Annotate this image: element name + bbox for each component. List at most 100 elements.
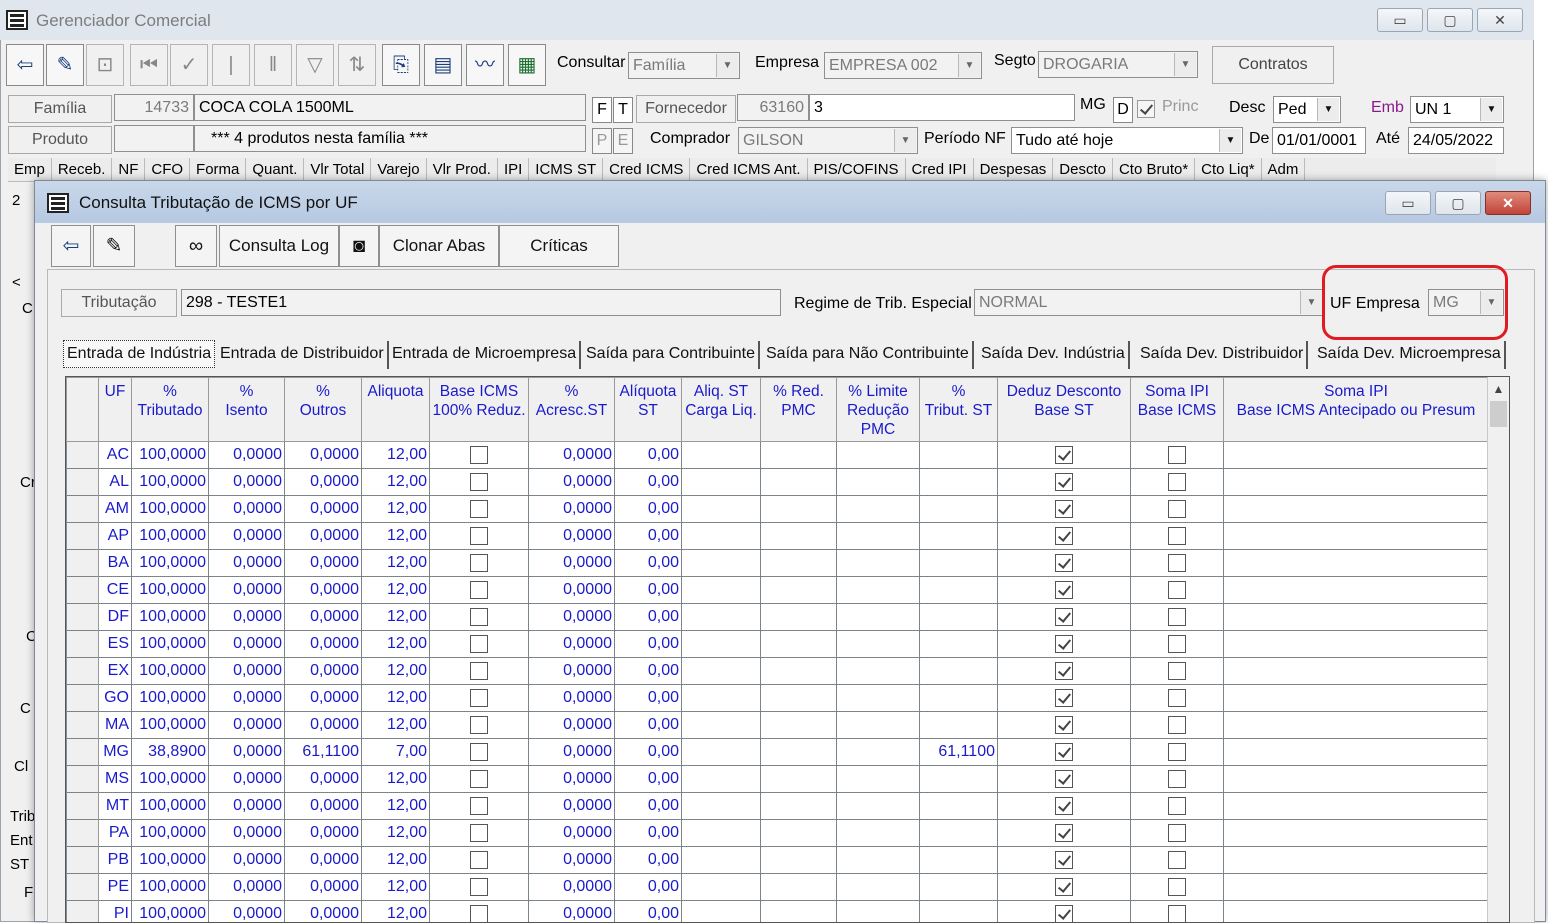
tributado-cell[interactable]: 100,0000 <box>132 631 209 658</box>
aliquota-cell[interactable]: 12,00 <box>362 442 430 469</box>
base-icms-reduz-checkbox-cell[interactable] <box>430 550 529 577</box>
acresc-st-cell[interactable]: 0,0000 <box>529 577 615 604</box>
isento-cell[interactable]: 0,0000 <box>209 847 285 874</box>
uf-cell[interactable]: AL <box>99 469 132 496</box>
row-selector[interactable] <box>67 631 99 658</box>
aliquota-st-cell[interactable]: 0,00 <box>615 550 682 577</box>
check-icon[interactable]: ✓ <box>170 44 208 86</box>
acresc-st-cell[interactable]: 0,0000 <box>529 793 615 820</box>
soma-ipi-antecipado-cell[interactable] <box>1224 874 1489 901</box>
limite-reducao-pmc-cell[interactable] <box>837 523 920 550</box>
aliquota-st-cell[interactable]: 0,00 <box>615 820 682 847</box>
row-selector[interactable] <box>67 442 99 469</box>
tribut-st-cell[interactable] <box>920 631 998 658</box>
soma-ipi-base-checkbox-cell[interactable] <box>1131 604 1224 631</box>
base-icms-reduz-checkbox-cell[interactable] <box>430 469 529 496</box>
base-icms-reduz-checkbox-cell[interactable] <box>430 577 529 604</box>
table-row[interactable]: GO100,00000,00000,000012,000,00000,00 <box>67 685 1489 712</box>
deduz-desconto-checkbox[interactable] <box>1055 635 1073 653</box>
col-forma[interactable]: Forma <box>190 158 246 182</box>
aliquota-st-cell[interactable]: 0,00 <box>615 739 682 766</box>
deduz-desconto-checkbox-cell[interactable] <box>998 658 1131 685</box>
tribut-st-cell[interactable] <box>920 496 998 523</box>
consultar-select[interactable]: Família▼ <box>628 52 740 79</box>
soma-ipi-base-checkbox-cell[interactable] <box>1131 820 1224 847</box>
tribut-st-cell[interactable] <box>920 604 998 631</box>
aliquota-st-cell[interactable]: 0,00 <box>615 793 682 820</box>
familia-button[interactable]: Família <box>8 95 112 123</box>
uf-cell[interactable]: PE <box>99 874 132 901</box>
deduz-desconto-checkbox[interactable] <box>1055 878 1073 896</box>
deduz-desconto-checkbox-cell[interactable] <box>998 739 1131 766</box>
familia-code-field[interactable]: 14733 <box>114 94 194 121</box>
deduz-desconto-checkbox-cell[interactable] <box>998 523 1131 550</box>
aliquota-cell[interactable]: 12,00 <box>362 658 430 685</box>
header-outros[interactable]: % Outros <box>285 378 362 442</box>
acresc-st-cell[interactable]: 0,0000 <box>529 847 615 874</box>
tribut-st-cell[interactable] <box>920 847 998 874</box>
table-row[interactable]: PI100,00000,00000,000012,000,00000,00 <box>67 901 1489 923</box>
minimize-button[interactable]: ▭ <box>1377 8 1423 32</box>
f-toggle[interactable]: F <box>592 97 612 123</box>
base-icms-reduz-checkbox-cell[interactable] <box>430 793 529 820</box>
outros-cell[interactable]: 61,1100 <box>285 739 362 766</box>
aliq-st-carga-cell[interactable] <box>682 631 761 658</box>
isento-cell[interactable]: 0,0000 <box>209 739 285 766</box>
soma-ipi-base-checkbox[interactable] <box>1168 743 1186 761</box>
vertical-scrollbar[interactable]: ▲ <box>1487 377 1509 923</box>
header-aliq-st-carga[interactable]: Aliq. ST Carga Liq. <box>682 378 761 442</box>
outros-cell[interactable]: 0,0000 <box>285 469 362 496</box>
aliquota-st-cell[interactable]: 0,00 <box>615 631 682 658</box>
red-pmc-cell[interactable] <box>761 550 837 577</box>
table-row[interactable]: BA100,00000,00000,000012,000,00000,00 <box>67 550 1489 577</box>
row-selector[interactable] <box>67 874 99 901</box>
soma-ipi-base-checkbox[interactable] <box>1168 635 1186 653</box>
aliq-st-carga-cell[interactable] <box>682 442 761 469</box>
limite-reducao-pmc-cell[interactable] <box>837 442 920 469</box>
deduz-desconto-checkbox-cell[interactable] <box>998 766 1131 793</box>
base-icms-reduz-checkbox[interactable] <box>470 635 488 653</box>
header-tribut-st[interactable]: % Tribut. ST <box>920 378 998 442</box>
red-pmc-cell[interactable] <box>761 874 837 901</box>
red-pmc-cell[interactable] <box>761 901 837 923</box>
aliquota-cell[interactable]: 12,00 <box>362 685 430 712</box>
red-pmc-cell[interactable] <box>761 739 837 766</box>
aliquota-st-cell[interactable]: 0,00 <box>615 874 682 901</box>
soma-ipi-base-checkbox-cell[interactable] <box>1131 793 1224 820</box>
deduz-desconto-checkbox[interactable] <box>1055 581 1073 599</box>
header-base-icms-reduz[interactable]: Base ICMS 100% Reduz. <box>430 378 529 442</box>
exit-door-icon[interactable]: ⇦ <box>51 225 91 267</box>
aliq-st-carga-cell[interactable] <box>682 550 761 577</box>
red-pmc-cell[interactable] <box>761 469 837 496</box>
isento-cell[interactable]: 0,0000 <box>209 712 285 739</box>
isento-cell[interactable]: 0,0000 <box>209 658 285 685</box>
aliq-st-carga-cell[interactable] <box>682 523 761 550</box>
soma-ipi-base-checkbox-cell[interactable] <box>1131 658 1224 685</box>
deduz-desconto-checkbox[interactable] <box>1055 824 1073 842</box>
produto-button[interactable]: Produto <box>8 126 112 154</box>
col-cto-liq[interactable]: Cto Liq* <box>1195 158 1261 182</box>
aliquota-st-cell[interactable]: 0,00 <box>615 577 682 604</box>
outros-cell[interactable]: 0,0000 <box>285 685 362 712</box>
soma-ipi-base-checkbox[interactable] <box>1168 797 1186 815</box>
soma-ipi-base-checkbox-cell[interactable] <box>1131 631 1224 658</box>
soma-ipi-antecipado-cell[interactable] <box>1224 685 1489 712</box>
base-icms-reduz-checkbox[interactable] <box>470 608 488 626</box>
soma-ipi-base-checkbox[interactable] <box>1168 662 1186 680</box>
table-row[interactable]: DF100,00000,00000,000012,000,00000,00 <box>67 604 1489 631</box>
soma-ipi-base-checkbox[interactable] <box>1168 527 1186 545</box>
red-pmc-cell[interactable] <box>761 496 837 523</box>
soma-ipi-base-checkbox[interactable] <box>1168 878 1186 896</box>
pause-icon[interactable]: ‖ <box>254 44 292 86</box>
d-toggle[interactable]: D <box>1113 97 1133 123</box>
limite-reducao-pmc-cell[interactable] <box>837 901 920 923</box>
tributado-cell[interactable]: 100,0000 <box>132 577 209 604</box>
base-icms-reduz-checkbox[interactable] <box>470 797 488 815</box>
red-pmc-cell[interactable] <box>761 658 837 685</box>
tribut-st-cell[interactable] <box>920 523 998 550</box>
col-cfo[interactable]: CFO <box>145 158 190 182</box>
soma-ipi-base-checkbox[interactable] <box>1168 716 1186 734</box>
soma-ipi-antecipado-cell[interactable] <box>1224 442 1489 469</box>
deduz-desconto-checkbox-cell[interactable] <box>998 631 1131 658</box>
deduz-desconto-checkbox-cell[interactable] <box>998 685 1131 712</box>
